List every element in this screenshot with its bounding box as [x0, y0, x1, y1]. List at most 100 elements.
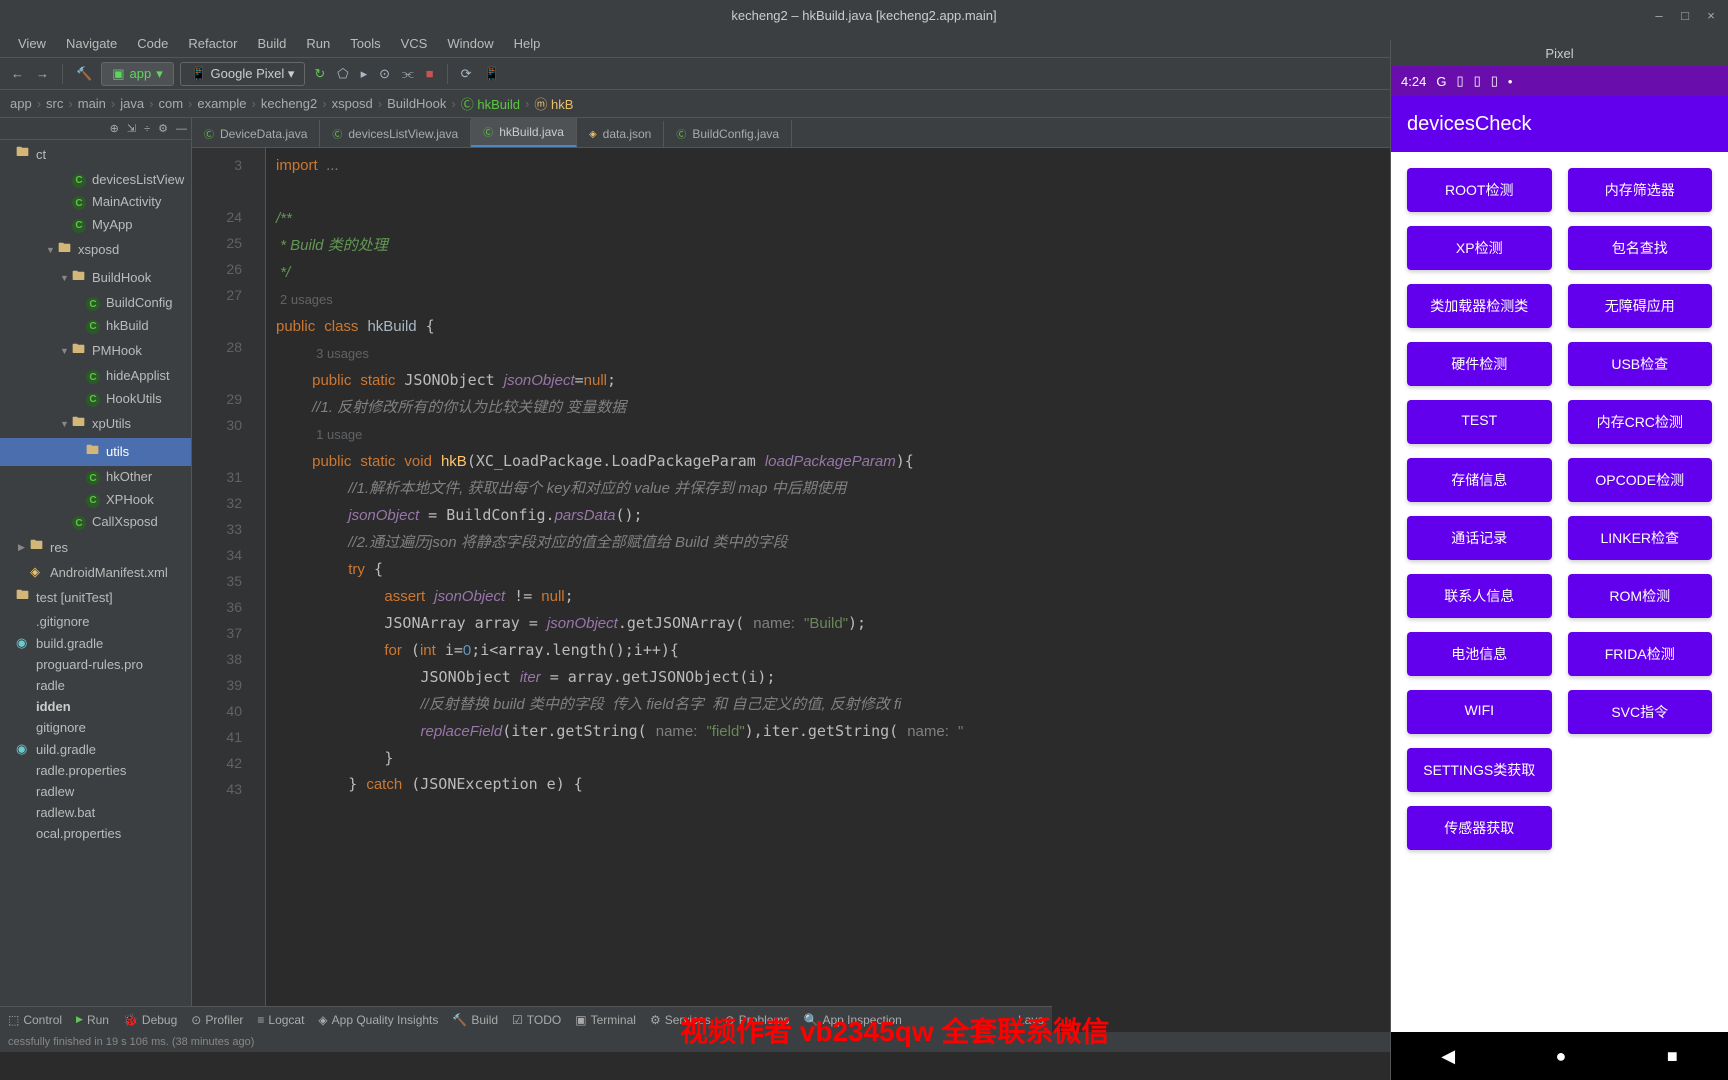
app-button-类加载器检测类[interactable]: 类加载器检测类	[1407, 284, 1552, 328]
tree-item-xputils[interactable]: ▼🖿xpUtils	[0, 410, 191, 438]
app-button-ROM检测[interactable]: ROM检测	[1568, 574, 1713, 618]
bb-control[interactable]: ⬚ Control	[8, 1013, 62, 1027]
app-button-TEST[interactable]: TEST	[1407, 400, 1552, 444]
profile-icon[interactable]: ⊙	[376, 66, 393, 82]
bc-hkbuild[interactable]: Ⓒ hkBuild	[459, 94, 522, 113]
app-button-无障碍应用[interactable]: 无障碍应用	[1568, 284, 1713, 328]
tree-select-icon[interactable]: ⊕	[110, 122, 119, 135]
bc-java[interactable]: java	[118, 96, 146, 111]
menu-navigate[interactable]: Navigate	[56, 32, 127, 55]
forward-icon[interactable]: →	[33, 66, 52, 81]
home-nav-icon[interactable]: ●	[1556, 1046, 1567, 1067]
bc-app[interactable]: app	[8, 96, 34, 111]
app-button-WIFI[interactable]: WIFI	[1407, 690, 1552, 734]
tree-item-androidmanifest-xml[interactable]: ◈AndroidManifest.xml	[0, 561, 191, 583]
bb-quality[interactable]: ◈ App Quality Insights	[318, 1013, 438, 1027]
tree-item-radle-properties[interactable]: radle.properties	[0, 760, 191, 781]
tree-item-deviceslistview[interactable]: CdevicesListView	[0, 168, 191, 191]
tree-collapse-icon[interactable]: ÷	[144, 123, 150, 135]
app-button-包名查找[interactable]: 包名查找	[1568, 226, 1713, 270]
tree-item-radlew-bat[interactable]: radlew.bat	[0, 802, 191, 823]
debug-icon[interactable]: ⬠	[334, 66, 351, 82]
bc-hkb[interactable]: ⓜ hkB	[532, 94, 575, 113]
tree-item-hookutils[interactable]: CHookUtils	[0, 387, 191, 410]
tree-item-gitignore[interactable]: gitignore	[0, 717, 191, 738]
tree-item-res[interactable]: ▶🖿res	[0, 533, 191, 561]
tree-item-proguard-rules-pro[interactable]: proguard-rules.pro	[0, 654, 191, 675]
menu-build[interactable]: Build	[247, 32, 296, 55]
attach-icon[interactable]: ⫘	[399, 66, 417, 82]
app-button-XP检测[interactable]: XP检测	[1407, 226, 1552, 270]
tree-item-xsposd[interactable]: ▼🖿xsposd	[0, 236, 191, 264]
app-button-OPCODE检测[interactable]: OPCODE检测	[1568, 458, 1713, 502]
tab-devicedata-java[interactable]: ⒸDeviceData.java	[192, 120, 320, 147]
close-icon[interactable]: ×	[1702, 6, 1720, 24]
tree-item-uild-gradle[interactable]: ◉uild.gradle	[0, 738, 191, 760]
bb-todo[interactable]: ☑ TODO	[512, 1013, 561, 1027]
app-button-SETTINGS类获取[interactable]: SETTINGS类获取	[1407, 748, 1552, 792]
bc-src[interactable]: src	[44, 96, 65, 111]
run-config-dropdown[interactable]: ▣ app ▾	[101, 62, 174, 86]
tree-expand-icon[interactable]: ⇲	[127, 122, 136, 135]
tree-item-buildconfig[interactable]: CBuildConfig	[0, 292, 191, 315]
tree-item-buildhook[interactable]: ▼🖿BuildHook	[0, 264, 191, 292]
tab-buildconfig-java[interactable]: ⒸBuildConfig.java	[664, 120, 792, 147]
avd-icon[interactable]: 📱	[481, 66, 503, 82]
app-button-SVC指令[interactable]: SVC指令	[1568, 690, 1713, 734]
tab-hkbuild-java[interactable]: ⒸhkBuild.java	[471, 118, 577, 147]
app-button-内存筛选器[interactable]: 内存筛选器	[1568, 168, 1713, 212]
menu-window[interactable]: Window	[437, 32, 503, 55]
menu-help[interactable]: Help	[504, 32, 551, 55]
bc-com[interactable]: com	[156, 96, 185, 111]
tree-item-ocal-properties[interactable]: ocal.properties	[0, 823, 191, 844]
bc-buildhook[interactable]: BuildHook	[385, 96, 448, 111]
menu-code[interactable]: Code	[127, 32, 178, 55]
back-nav-icon[interactable]: ◀	[1441, 1046, 1455, 1067]
run-icon[interactable]: ↻	[311, 66, 328, 82]
bb-build[interactable]: 🔨 Build	[452, 1013, 498, 1027]
app-button-ROOT检测[interactable]: ROOT检测	[1407, 168, 1552, 212]
menu-vcs[interactable]: VCS	[391, 32, 438, 55]
bc-example[interactable]: example	[195, 96, 248, 111]
tree-item-radlew[interactable]: radlew	[0, 781, 191, 802]
sync-icon[interactable]: ⟳	[458, 66, 475, 82]
app-button-存储信息[interactable]: 存储信息	[1407, 458, 1552, 502]
tree-item-test--unittest-[interactable]: 🖿test [unitTest]	[0, 583, 191, 611]
app-button-传感器获取[interactable]: 传感器获取	[1407, 806, 1552, 850]
recent-nav-icon[interactable]: ■	[1667, 1046, 1678, 1067]
back-icon[interactable]: ←	[8, 66, 27, 81]
app-button-通话记录[interactable]: 通话记录	[1407, 516, 1552, 560]
maximize-icon[interactable]: □	[1676, 6, 1694, 24]
tree-hide-icon[interactable]: —	[176, 123, 187, 135]
tree-item-callxsposd[interactable]: CCallXsposd	[0, 511, 191, 534]
tree-item-ct[interactable]: 🖿ct	[0, 140, 191, 168]
menu-view[interactable]: View	[8, 32, 56, 55]
app-button-硬件检测[interactable]: 硬件检测	[1407, 342, 1552, 386]
menu-run[interactable]: Run	[296, 32, 340, 55]
bb-debug[interactable]: 🐞 Debug	[123, 1013, 177, 1027]
app-button-USB检查[interactable]: USB检查	[1568, 342, 1713, 386]
tree-settings-icon[interactable]: ⚙	[158, 122, 168, 135]
bb-run[interactable]: Run	[76, 1013, 109, 1027]
tree-item-idden[interactable]: idden	[0, 696, 191, 717]
app-button-FRIDA检测[interactable]: FRIDA检测	[1568, 632, 1713, 676]
tree-item-mainactivity[interactable]: CMainActivity	[0, 191, 191, 214]
coverage-icon[interactable]: ▸	[358, 66, 371, 82]
tree-item-myapp[interactable]: CMyApp	[0, 213, 191, 236]
hammer-icon[interactable]: 🔨	[73, 66, 95, 82]
tab-deviceslistview-java[interactable]: ⒸdevicesListView.java	[320, 120, 471, 147]
tab-data-json[interactable]: ◈data.json	[577, 121, 664, 147]
tree-item--gitignore[interactable]: .gitignore	[0, 611, 191, 632]
bc-main[interactable]: main	[76, 96, 108, 111]
app-button-联系人信息[interactable]: 联系人信息	[1407, 574, 1552, 618]
bb-profiler[interactable]: ⊙ Profiler	[191, 1013, 243, 1027]
bc-xsposd[interactable]: xsposd	[330, 96, 375, 111]
bb-logcat[interactable]: ≡ Logcat	[257, 1013, 304, 1027]
tree-item-utils[interactable]: 🖿utils	[0, 438, 191, 466]
tree-item-hkbuild[interactable]: ChkBuild	[0, 314, 191, 337]
menu-refactor[interactable]: Refactor	[178, 32, 247, 55]
tree-item-hkother[interactable]: ChkOther	[0, 466, 191, 489]
menu-tools[interactable]: Tools	[340, 32, 390, 55]
bb-terminal[interactable]: ▣ Terminal	[575, 1013, 636, 1027]
minimize-icon[interactable]: –	[1650, 6, 1668, 24]
